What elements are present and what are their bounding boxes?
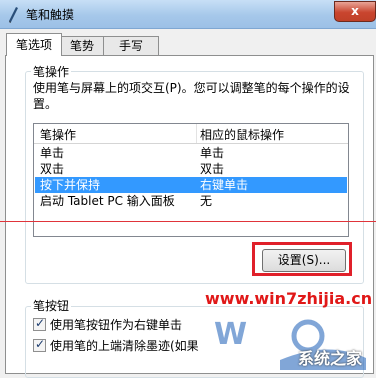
column-divider[interactable] xyxy=(196,124,197,143)
erase-checkbox[interactable]: ✓ xyxy=(33,337,46,352)
svg-text:W: W xyxy=(214,317,247,352)
tab-flicks[interactable]: 笔势 xyxy=(59,36,105,56)
column-header-mouse-action[interactable]: 相应的鼠标操作 xyxy=(200,126,284,143)
settings-button[interactable]: 设置(S)... xyxy=(262,249,346,272)
list-item-mouse: 无 xyxy=(200,194,213,208)
pen-actions-group-label: 笔操作 xyxy=(31,63,72,80)
tab-label: 笔势 xyxy=(69,39,94,53)
tab-pen-options[interactable]: 笔选项 xyxy=(6,33,62,56)
annotation-line xyxy=(0,221,376,222)
erase-checkbox-label[interactable]: 使用笔的上端清除墨迹(如果 xyxy=(50,337,199,354)
window-title: 笔和触摸 xyxy=(26,8,75,22)
list-item[interactable]: 启动 Tablet PC 输入面板 无 xyxy=(35,193,347,209)
list-item-action: 按下并保持 xyxy=(40,178,101,192)
tab-handwriting[interactable]: 手写 xyxy=(103,36,159,56)
pen-icon xyxy=(6,5,20,23)
column-header-pen-action[interactable]: 笔操作 xyxy=(40,126,76,143)
list-item[interactable]: 单击 单击 xyxy=(35,145,347,161)
list-item-mouse: 单击 xyxy=(200,146,225,160)
list-item-mouse: 右键单击 xyxy=(200,178,249,192)
list-item[interactable]: 双击 双击 xyxy=(35,161,347,177)
list-item-action: 单击 xyxy=(40,146,65,160)
close-icon: x xyxy=(351,4,359,18)
close-button[interactable]: x xyxy=(334,1,376,22)
checkmark-icon: ✓ xyxy=(35,337,46,351)
right-click-checkbox[interactable]: ✓ xyxy=(33,316,46,331)
pen-actions-description: 使用笔与屏幕上的项交互(P)。您可以调整笔的每个操作的设置。 xyxy=(33,81,350,111)
checkmark-icon: ✓ xyxy=(35,316,46,330)
watermark-url: www.win7zhijia.cn xyxy=(205,289,373,308)
list-item-selected[interactable]: 按下并保持 右键单击 xyxy=(35,177,347,193)
tab-label: 手写 xyxy=(118,39,143,53)
pen-buttons-group-label: 笔按钮 xyxy=(31,297,72,314)
list-item-action: 启动 Tablet PC 输入面板 xyxy=(40,194,175,208)
pen-actions-list[interactable]: 笔操作 相应的鼠标操作 单击 单击 双击 双击 按下并保持 右键单击 启动 Ta… xyxy=(33,123,349,237)
right-click-checkbox-label[interactable]: 使用笔按钮作为右键单击 xyxy=(50,316,182,333)
watermark-logo-text: 系统之家 xyxy=(298,349,363,368)
tab-label: 笔选项 xyxy=(15,38,52,52)
list-item-mouse: 双击 xyxy=(200,162,225,176)
list-header: 笔操作 相应的鼠标操作 xyxy=(34,124,348,144)
list-item-action: 双击 xyxy=(40,162,65,176)
